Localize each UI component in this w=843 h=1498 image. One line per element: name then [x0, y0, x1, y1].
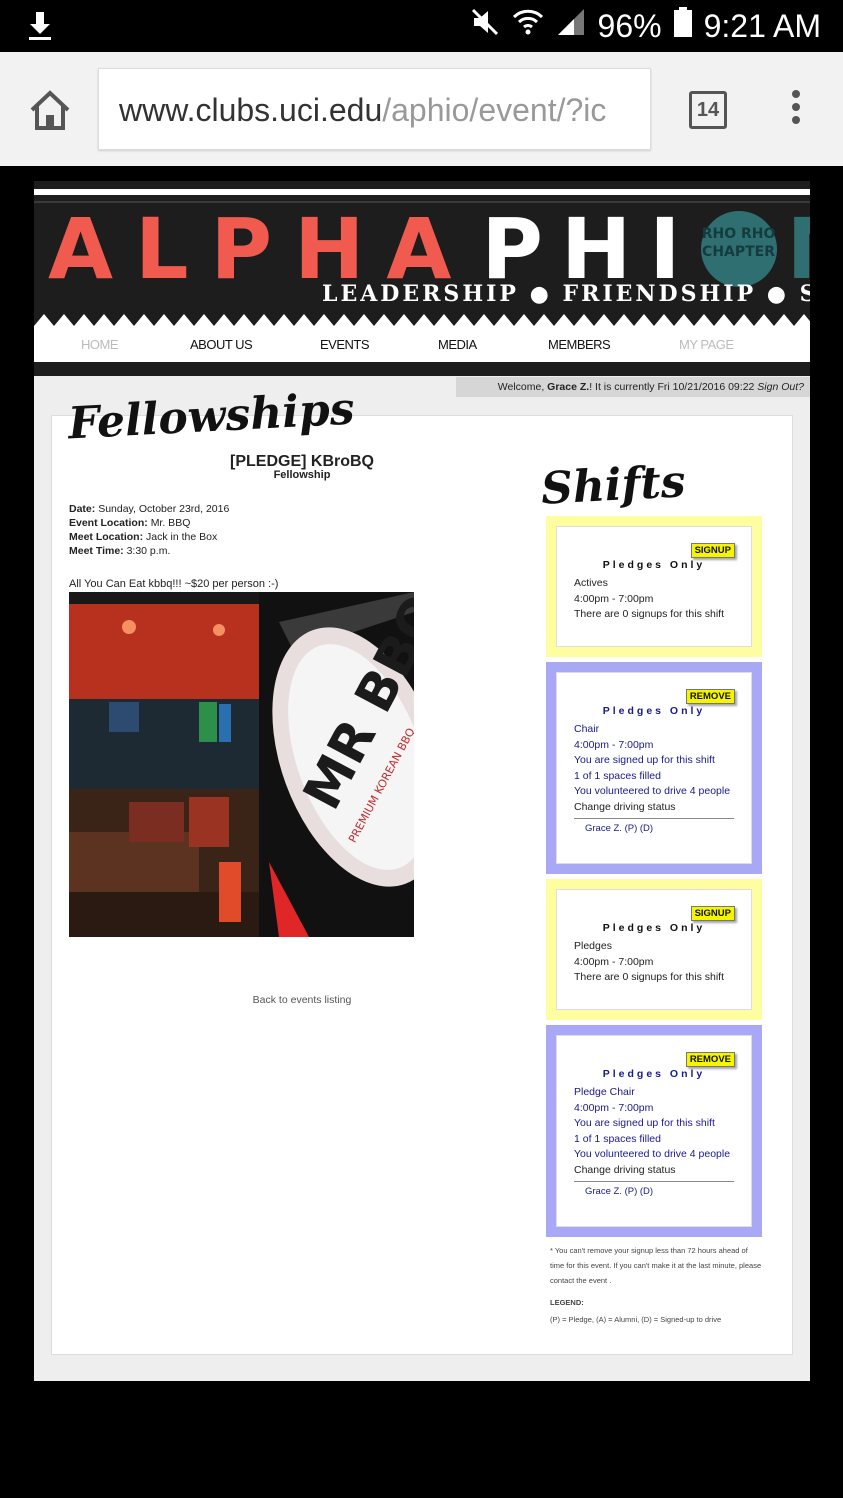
- shift-details: Pledge Chair 4:00pm - 7:00pm You are sig…: [574, 1085, 730, 1178]
- shift-details: Chair 4:00pm - 7:00pm You are signed up …: [574, 722, 730, 815]
- site-tagline: LEADERSHIP ● FRIENDSHIP ● SERVICE: [322, 281, 810, 307]
- shift-details: Pledges 4:00pm - 7:00pm There are 0 sign…: [574, 939, 724, 986]
- location-label: Event Location:: [69, 517, 148, 529]
- change-driving-status-link[interactable]: Change driving status: [574, 800, 730, 816]
- shift-heading: Pledges Only: [602, 559, 706, 571]
- battery-percent: 96%: [597, 7, 662, 44]
- nav-events[interactable]: EVENTS: [320, 334, 370, 362]
- event-card: Fellowships [PLEDGE] KBroBQ Fellowship D…: [51, 384, 793, 1355]
- section-title-fellowships: Fellowships: [66, 383, 356, 450]
- shift-time: 4:00pm - 7:00pm: [574, 1101, 654, 1114]
- shift-time: 4:00pm - 7:00pm: [574, 738, 654, 751]
- signup-button[interactable]: SIGNUP: [690, 906, 735, 921]
- welcome-time: ! It is currently Fri 10/21/2016 09:22: [589, 381, 758, 393]
- remove-button[interactable]: REMOVE: [685, 689, 735, 704]
- signal-icon: [556, 7, 586, 45]
- shift-role: Actives: [574, 577, 608, 589]
- logo-chapter-badge: RHO RHO CHAPTER: [700, 211, 777, 287]
- battery-icon: [673, 7, 692, 45]
- shift-drive-info: You volunteered to drive 4 people: [574, 1148, 731, 1160]
- event-type: Fellowship: [273, 469, 331, 481]
- shift-card: SIGNUP Pledges Only Actives 4:00pm - 7:0…: [546, 516, 762, 657]
- welcome-prefix: Welcome,: [497, 381, 548, 393]
- shift-details: Actives 4:00pm - 7:00pm There are 0 sign…: [574, 576, 724, 623]
- nav-media[interactable]: MEDIA: [438, 334, 477, 362]
- shift-heading: Pledges Only: [602, 705, 706, 717]
- shift-role: Pledges: [574, 940, 612, 952]
- shift-drive-info: You volunteered to drive 4 people: [574, 785, 731, 797]
- meet-location: Jack in the Box: [146, 531, 218, 543]
- tab-switcher-button[interactable]: 14: [689, 91, 727, 129]
- shift-role: Chair: [574, 723, 600, 735]
- event-description: All You Can Eat kbbq!!! ~$20 per person …: [69, 578, 279, 590]
- meet-time: 3:30 p.m.: [126, 545, 171, 557]
- shift-time: 4:00pm - 7:00pm: [574, 592, 654, 605]
- remove-button[interactable]: REMOVE: [685, 1052, 735, 1067]
- signup-button[interactable]: SIGNUP: [690, 543, 735, 558]
- shift-card: SIGNUP Pledges Only Pledges 4:00pm - 7:0…: [546, 879, 762, 1020]
- shift-signed-status: You are signed up for this shift: [574, 754, 715, 766]
- change-driving-status-link[interactable]: Change driving status: [574, 1163, 730, 1179]
- web-page: ALPHA PHI RHO RHO CHAPTER MEGA LEADERSHI…: [34, 181, 810, 1381]
- meet-time-label: Meet Time:: [69, 545, 124, 557]
- legend-title: LEGEND:: [550, 1298, 584, 1307]
- browser-toolbar: www.clubs.uci.edu/aphio/event/?ic 14: [0, 52, 843, 166]
- url-bar[interactable]: www.clubs.uci.edu/aphio/event/?ic: [98, 68, 651, 150]
- section-title-shifts: Shifts: [539, 456, 687, 515]
- shift-member-name[interactable]: Grace Z. (P) (D): [585, 823, 653, 834]
- shift-heading: Pledges Only: [602, 922, 706, 934]
- removal-footnote: * You can't remove your signup less than…: [550, 1246, 762, 1285]
- shift-role: Pledge Chair: [574, 1086, 635, 1098]
- welcome-name: Grace Z.: [547, 381, 590, 393]
- header-zigzag-divider: [34, 314, 810, 334]
- shift-member-name[interactable]: Grace Z. (P) (D): [585, 1186, 653, 1197]
- event-date: Sunday, October 23rd, 2016: [98, 503, 230, 515]
- shift-signed-status: You are signed up for this shift: [574, 1117, 715, 1129]
- date-label: Date:: [69, 503, 96, 515]
- nav-my-page[interactable]: MY PAGE: [679, 334, 734, 362]
- back-to-events-link[interactable]: Back to events listing: [232, 994, 372, 1006]
- site-nav: HOME ABOUT US EVENTS MEDIA MEMBERS MY PA…: [34, 334, 810, 362]
- clock: 9:21 AM: [703, 7, 821, 44]
- shift-card: REMOVE Pledges Only Chair 4:00pm - 7:00p…: [546, 662, 762, 874]
- wifi-icon: [512, 7, 544, 45]
- welcome-bar: Welcome, Grace Z.! It is currently Fri 1…: [456, 377, 810, 397]
- legend-text: (P) = Pledge, (A) = Alumni, (D) = Signed…: [550, 1315, 722, 1324]
- shift-filled: 1 of 1 spaces filled: [574, 1132, 661, 1145]
- meet-location-label: Meet Location:: [69, 531, 144, 543]
- download-icon: [26, 10, 54, 42]
- url-path: /aphio/event/?ic: [382, 92, 607, 128]
- status-bar: 96% 9:21 AM: [0, 0, 843, 52]
- shift-filled: 1 of 1 spaces filled: [574, 769, 661, 782]
- shift-signup-count: There are 0 signups for this shift: [574, 608, 724, 620]
- mute-icon: [470, 7, 500, 45]
- shift-signup-count: There are 0 signups for this shift: [574, 971, 724, 983]
- site-header: ALPHA PHI RHO RHO CHAPTER MEGA LEADERSHI…: [34, 181, 810, 334]
- shift-time: 4:00pm - 7:00pm: [574, 955, 654, 968]
- nav-members[interactable]: MEMBERS: [548, 334, 611, 362]
- event-photo: MR BBQ PREMIUM KOREAN BBQ: [69, 592, 414, 937]
- shift-card: REMOVE Pledges Only Pledge Chair 4:00pm …: [546, 1025, 762, 1237]
- nav-bottom-bar: [34, 362, 810, 376]
- url-host: www.clubs.uci.edu: [119, 92, 383, 128]
- sign-out-link[interactable]: Sign Out?: [757, 381, 804, 393]
- phone-screen: 96% 9:21 AM www.clubs.uci.edu/aphio/even…: [0, 0, 843, 1498]
- nav-about-us[interactable]: ABOUT US: [190, 334, 253, 362]
- shift-heading: Pledges Only: [602, 1068, 706, 1080]
- event-location: Mr. BBQ: [150, 517, 191, 529]
- event-details: Date: Sunday, October 23rd, 2016 Event L…: [69, 502, 229, 558]
- overflow-menu-icon[interactable]: [786, 90, 806, 130]
- home-icon[interactable]: [28, 88, 72, 132]
- nav-home[interactable]: HOME: [81, 334, 119, 362]
